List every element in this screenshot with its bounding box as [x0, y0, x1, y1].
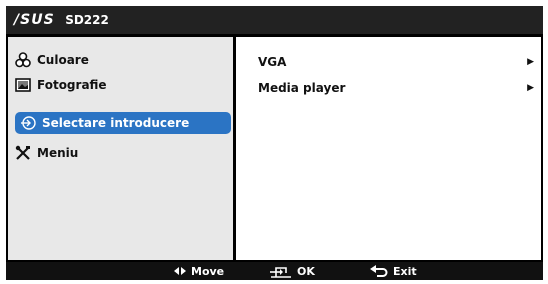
submenu-item-media-player[interactable]: Media player ▶ [258, 79, 541, 97]
osd-footer: Move OK Exit [6, 262, 543, 280]
model-name: SD222 [65, 13, 109, 27]
menu-item-label: Meniu [37, 146, 79, 160]
enter-icon [270, 264, 292, 278]
ok-hint[interactable]: OK [270, 264, 315, 278]
tools-icon [14, 144, 32, 162]
main-menu: Culoare Fotografie Selectare introducere… [8, 37, 233, 260]
left-right-arrows-icon [174, 266, 186, 276]
chevron-right-icon: ▶ [527, 83, 534, 93]
move-hint[interactable]: Move [174, 264, 224, 278]
exit-hint[interactable]: Exit [370, 264, 417, 278]
submenu-panel: VGA ▶ Media player ▶ [236, 37, 541, 260]
menu-item-selectare-introducere[interactable]: Selectare introducere [15, 112, 231, 134]
exit-label: Exit [393, 264, 417, 278]
brand-logo: /SUS [14, 12, 55, 28]
submenu-item-vga[interactable]: VGA ▶ [258, 53, 541, 71]
submenu-item-label: VGA [258, 55, 287, 69]
menu-item-meniu[interactable]: Meniu [14, 143, 228, 163]
menu-item-fotografie[interactable]: Fotografie [14, 75, 228, 95]
menu-item-culoare[interactable]: Culoare [14, 50, 228, 70]
submenu-item-label: Media player [258, 81, 346, 95]
osd-header: /SUS SD222 [6, 6, 543, 34]
menu-item-label: Selectare introducere [42, 116, 190, 130]
chevron-right-icon: ▶ [527, 57, 534, 67]
color-icon [14, 51, 32, 69]
menu-item-label: Fotografie [37, 78, 107, 92]
move-label: Move [191, 264, 225, 278]
return-arrow-icon [370, 265, 388, 277]
menu-item-label: Culoare [37, 53, 89, 67]
brand-title: /SUS SD222 [14, 11, 109, 30]
osd-window: /SUS SD222 Culoare Fotografie Selectare … [6, 6, 543, 280]
photo-icon [14, 76, 32, 94]
input-select-icon [19, 114, 37, 132]
ok-label: OK [297, 264, 315, 278]
